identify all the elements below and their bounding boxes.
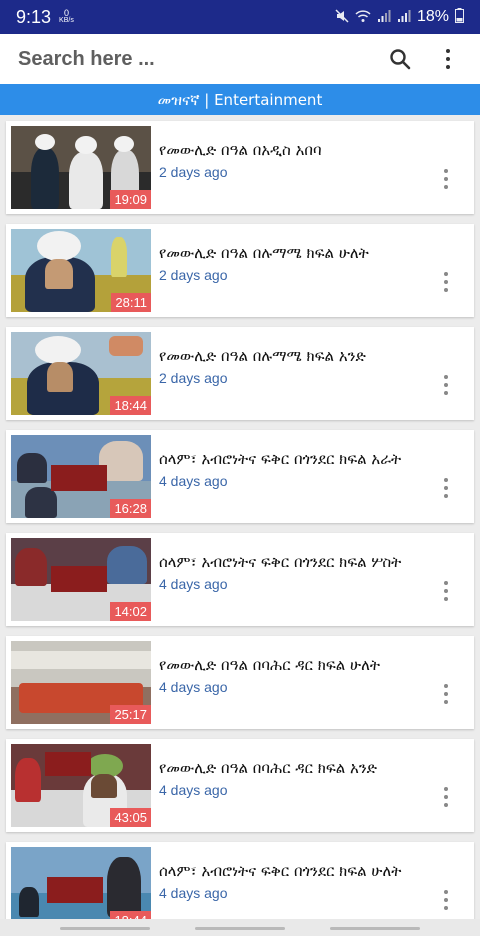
video-more-button[interactable] [436, 783, 456, 811]
video-thumbnail[interactable]: 19:09 [11, 126, 151, 209]
video-thumbnail[interactable]: 18:44 [11, 332, 151, 415]
battery-icon [455, 8, 464, 26]
more-vert-icon [444, 169, 448, 189]
more-vert-icon [444, 478, 448, 498]
network-speed: 0 KB/s [59, 9, 74, 25]
status-time: 9:13 [16, 6, 52, 27]
video-title[interactable]: የመውሊድ በዓል በባሕር ዳር ክፍል አንድ [159, 759, 444, 777]
overflow-menu-button[interactable] [434, 39, 462, 79]
nav-handle[interactable] [195, 927, 285, 930]
video-date: 4 days ago [159, 782, 228, 798]
network-speed-unit: KB/s [59, 17, 74, 24]
nav-handle[interactable] [60, 927, 150, 930]
video-more-button[interactable] [436, 165, 456, 193]
more-vert-icon [444, 375, 448, 395]
thumbnail-caption [45, 752, 91, 776]
system-nav-bar [0, 919, 480, 936]
video-item[interactable]: 43:05 የመውሊድ በዓል በባሕር ዳር ክፍል አንድ 4 days a… [6, 739, 474, 832]
video-item[interactable]: 25:17 የመውሊድ በዓል በባሕር ዳር ክፍል ሁለት 4 days a… [6, 636, 474, 729]
video-thumbnail[interactable]: 43:05 [11, 744, 151, 827]
video-thumbnail[interactable]: 25:17 [11, 641, 151, 724]
video-title[interactable]: የመውሊድ በዓል በሉማሜ ክፍል ሁለት [159, 244, 444, 262]
duration-badge: 14:02 [110, 602, 151, 621]
more-vert-icon [444, 684, 448, 704]
signal-icon [377, 9, 391, 26]
video-more-button[interactable] [436, 268, 456, 296]
video-title[interactable]: የመውሊድ በዓል በአዲስ አበባ [159, 141, 444, 159]
duration-badge: 18:44 [110, 396, 151, 415]
video-date: 2 days ago [159, 370, 228, 386]
thumbnail-caption [51, 465, 107, 491]
category-header: መዝናኛ | Entertainment [0, 84, 480, 115]
video-more-button[interactable] [436, 680, 456, 708]
video-date: 4 days ago [159, 473, 228, 489]
video-thumbnail[interactable]: 28:11 [11, 229, 151, 312]
duration-badge: 28:11 [111, 293, 151, 312]
video-thumbnail[interactable]: 16:28 [11, 435, 151, 518]
video-more-button[interactable] [436, 371, 456, 399]
video-thumbnail[interactable]: 18:44 [11, 847, 151, 919]
video-date: 2 days ago [159, 267, 228, 283]
more-vert-icon [444, 272, 448, 292]
video-title[interactable]: የመውሊድ በዓል በሉማሜ ክፍል አንድ [159, 347, 444, 365]
search-bar[interactable]: Search here ... [0, 34, 480, 84]
nav-handle[interactable] [330, 927, 420, 930]
video-title[interactable]: ሰላም፣ አብሮነትና ፍቅር በጎንደር ክፍል ሦስት [159, 553, 444, 571]
video-date: 4 days ago [159, 679, 228, 695]
video-title[interactable]: የመውሊድ በዓል በባሕር ዳር ክፍል ሁለት [159, 656, 444, 674]
more-vert-icon [444, 787, 448, 807]
category-title: መዝናኛ | Entertainment [157, 90, 323, 109]
thumbnail-caption [51, 566, 107, 592]
video-date: 4 days ago [159, 576, 228, 592]
duration-badge: 25:17 [110, 705, 151, 724]
duration-badge: 43:05 [110, 808, 151, 827]
video-thumbnail[interactable]: 14:02 [11, 538, 151, 621]
video-date: 4 days ago [159, 885, 228, 901]
status-icons: 18% [335, 8, 464, 26]
wifi-icon [355, 9, 371, 26]
video-more-button[interactable] [436, 886, 456, 914]
video-item[interactable]: 18:44 የመውሊድ በዓል በሉማሜ ክፍል አንድ 2 days ago [6, 327, 474, 420]
duration-badge: 19:09 [110, 190, 151, 209]
video-title[interactable]: ሰላም፣ አብሮነትና ፍቅር በጎንደር ክፍል አራት [159, 450, 444, 468]
video-item[interactable]: 16:28 ሰላም፣ አብሮነትና ፍቅር በጎንደር ክፍል አራት 4 da… [6, 430, 474, 523]
more-vert-icon [444, 581, 448, 601]
search-button[interactable] [380, 39, 420, 79]
mute-icon [335, 8, 349, 26]
video-more-button[interactable] [436, 577, 456, 605]
video-item[interactable]: 19:09 የመውሊድ በዓል በአዲስ አበባ 2 days ago [6, 121, 474, 214]
battery-percent: 18% [416, 8, 449, 25]
status-bar: 9:13 0 KB/s 18% [0, 0, 480, 34]
video-more-button[interactable] [436, 474, 456, 502]
duration-badge: 18:44 [110, 911, 151, 919]
video-item[interactable]: 28:11 የመውሊድ በዓል በሉማሜ ክፍል ሁለት 2 days ago [6, 224, 474, 317]
video-title[interactable]: ሰላም፣ አብሮነትና ፍቅር በጎንደር ክፍል ሁለት [159, 862, 444, 880]
signal-icon [397, 9, 411, 26]
video-date: 2 days ago [159, 164, 228, 180]
search-input[interactable]: Search here ... [18, 48, 155, 71]
duration-badge: 16:28 [110, 499, 151, 518]
network-speed-value: 0 [63, 8, 69, 18]
search-icon [390, 49, 411, 70]
video-list[interactable]: 19:09 የመውሊድ በዓል በአዲስ አበባ 2 days ago 28:1… [0, 115, 480, 919]
more-vert-icon [446, 49, 450, 69]
thumbnail-caption [47, 877, 103, 903]
video-item[interactable]: 14:02 ሰላም፣ አብሮነትና ፍቅር በጎንደር ክፍል ሦስት 4 da… [6, 533, 474, 626]
video-item[interactable]: 18:44 ሰላም፣ አብሮነትና ፍቅር በጎንደር ክፍል ሁለት 4 da… [6, 842, 474, 919]
more-vert-icon [444, 890, 448, 910]
